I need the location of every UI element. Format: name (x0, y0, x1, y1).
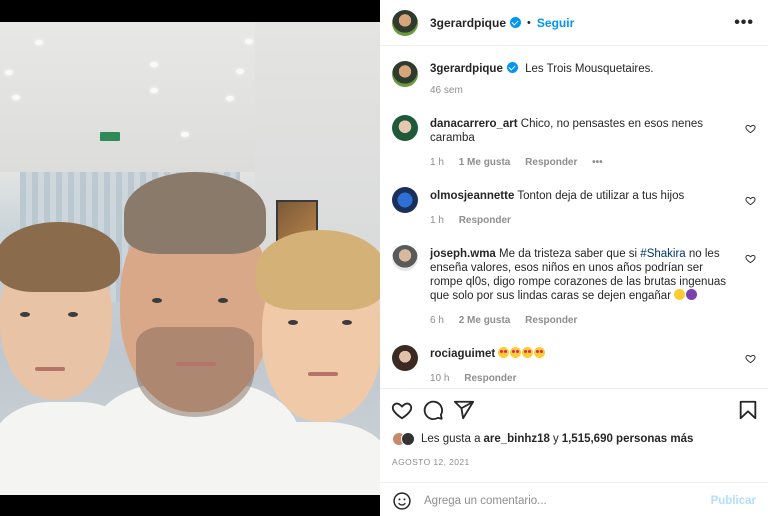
comment-more-icon[interactable]: ••• (592, 157, 603, 168)
comment-time[interactable]: 1 h (430, 215, 444, 226)
author-avatar[interactable] (392, 9, 418, 36)
post-actions: Les gusta a are_binhz18 y 1,515,690 pers… (380, 388, 768, 516)
comment-text-start: Me da tristeza saber que si (499, 248, 641, 260)
caption-username[interactable]: 3gerardpique (430, 63, 503, 75)
photo-panel (0, 0, 380, 516)
comment-username[interactable]: danacarrero_art (430, 118, 518, 130)
photo-light (35, 40, 43, 45)
reply-button[interactable]: Responder (459, 215, 511, 226)
share-icon[interactable] (453, 399, 475, 421)
comment-input[interactable]: Agrega un comentario... (424, 495, 711, 507)
heart-eyes-emoji-icon (534, 347, 546, 358)
liker-username[interactable]: are_binhz18 (483, 433, 549, 445)
facepalm-emoji-icon (686, 289, 698, 300)
photo-light (245, 39, 253, 44)
comment-username[interactable]: joseph.wma (430, 248, 496, 260)
comment-item: rociaguimet 10 h Responder (392, 345, 762, 387)
follow-button[interactable]: Seguir (537, 16, 574, 30)
photo-light (150, 88, 158, 93)
heart-icon[interactable] (391, 399, 413, 421)
heart-icon[interactable] (745, 253, 756, 264)
post-header: 3gerardpique • Seguir ••• (380, 0, 768, 46)
heart-icon[interactable] (745, 195, 756, 206)
emoji-icon[interactable] (392, 491, 412, 511)
heart-eyes-emoji-icon (522, 347, 534, 358)
comment-time[interactable]: 6 h (430, 315, 444, 326)
reply-button[interactable]: Responder (464, 373, 516, 384)
caption-time[interactable]: 46 sem (430, 85, 463, 96)
comment-username[interactable]: rociaguimet (430, 348, 495, 360)
comment-item: joseph.wma Me da tristeza saber que si #… (392, 245, 762, 335)
bookmark-icon[interactable] (737, 399, 759, 421)
commenter-avatar[interactable] (392, 187, 418, 213)
reply-button[interactable]: Responder (525, 315, 577, 326)
heart-icon[interactable] (745, 123, 756, 134)
post-sidebar: 3gerardpique • Seguir ••• 3gerardpique L… (380, 0, 768, 516)
photo-light (236, 69, 244, 74)
comments-list[interactable]: 3gerardpique Les Trois Mousquetaires. 46… (380, 47, 768, 387)
photo-light (12, 95, 20, 100)
likes-count[interactable]: 1,515,690 personas más (562, 433, 694, 445)
post-photo[interactable] (0, 22, 380, 495)
separator-dot: • (527, 16, 531, 29)
caption-text: Les Trois Mousquetaires. (525, 63, 654, 75)
add-comment-bar: Agrega un comentario... Publicar (380, 482, 768, 516)
reply-button[interactable]: Responder (525, 157, 577, 168)
commenter-avatar[interactable] (392, 245, 418, 271)
exit-sign (100, 132, 120, 141)
comment-likes[interactable]: 1 Me gusta (459, 157, 511, 168)
smirk-emoji-icon (674, 289, 686, 300)
comment-text: Tonton deja de utilizar a tus hijos (517, 190, 685, 202)
comment-time[interactable]: 10 h (430, 373, 449, 384)
author-username[interactable]: 3gerardpique (430, 16, 506, 30)
comment-item: olmosjeannette Tonton deja de utilizar a… (392, 187, 762, 231)
caption: 3gerardpique Les Trois Mousquetaires. 46… (392, 61, 762, 101)
likes-summary: Les gusta a are_binhz18 y 1,515,690 pers… (392, 432, 693, 446)
post-date[interactable]: AGOSTO 12, 2021 (392, 457, 470, 467)
more-options-icon[interactable]: ••• (734, 14, 754, 32)
photo-light (226, 96, 234, 101)
author-avatar[interactable] (392, 61, 418, 87)
heart-eyes-emoji-icon (510, 347, 522, 358)
comment-icon[interactable] (422, 399, 444, 421)
likes-middle: y (552, 433, 559, 445)
photo-light (150, 62, 158, 67)
likes-prefix: Les gusta a (421, 433, 481, 445)
photo-light (5, 70, 13, 75)
comment-item: danacarrero_art Chico, no pensastes en e… (392, 115, 762, 175)
comment-time[interactable]: 1 h (430, 157, 444, 168)
heart-icon[interactable] (745, 353, 756, 364)
commenter-avatar[interactable] (392, 115, 418, 141)
hashtag-link[interactable]: #Shakira (640, 248, 685, 260)
verified-badge-icon (510, 17, 522, 28)
verified-badge-icon (506, 62, 518, 73)
comment-username[interactable]: olmosjeannette (430, 190, 514, 202)
publish-button[interactable]: Publicar (711, 495, 756, 507)
comment-likes[interactable]: 2 Me gusta (459, 315, 511, 326)
heart-eyes-emoji-icon (498, 347, 510, 358)
photo-light (181, 132, 189, 137)
liker-avatar (401, 432, 415, 446)
commenter-avatar[interactable] (392, 345, 418, 371)
